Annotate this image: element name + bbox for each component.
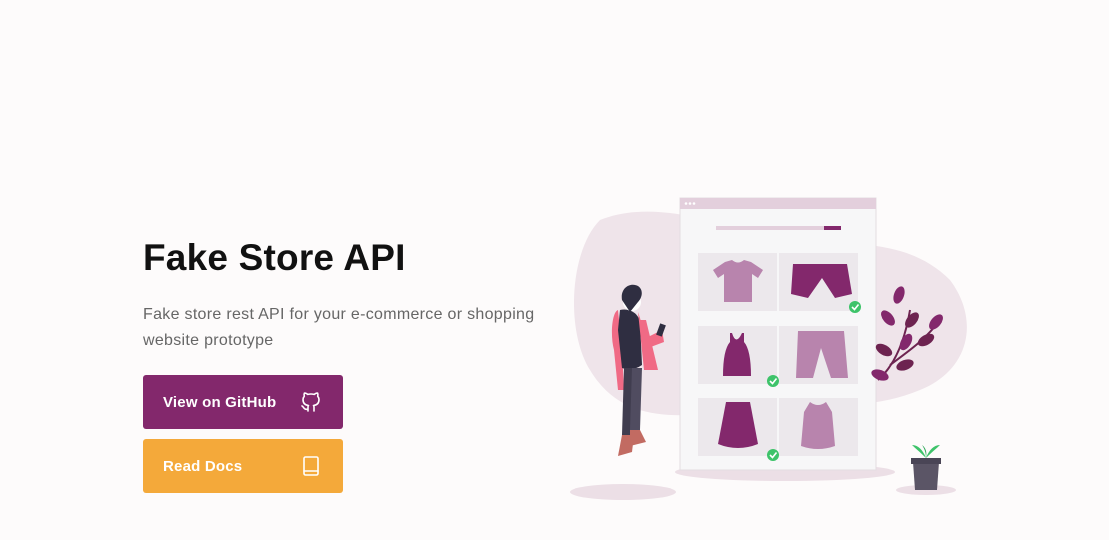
github-icon	[299, 390, 323, 414]
hero-section: Fake Store API Fake store rest API for y…	[143, 236, 563, 354]
github-button-label: View on GitHub	[163, 393, 277, 411]
page-subtitle: Fake store rest API for your e-commerce …	[143, 306, 535, 349]
book-icon	[299, 454, 323, 478]
online-shopping-illustration	[570, 197, 967, 500]
read-docs-button[interactable]: Read Docs	[143, 439, 343, 493]
docs-button-label: Read Docs	[163, 457, 243, 475]
view-on-github-button[interactable]: View on GitHub	[143, 375, 343, 429]
landing-page: Fake Store API Fake store rest API for y…	[0, 0, 1109, 540]
page-title: Fake Store API	[143, 237, 406, 278]
